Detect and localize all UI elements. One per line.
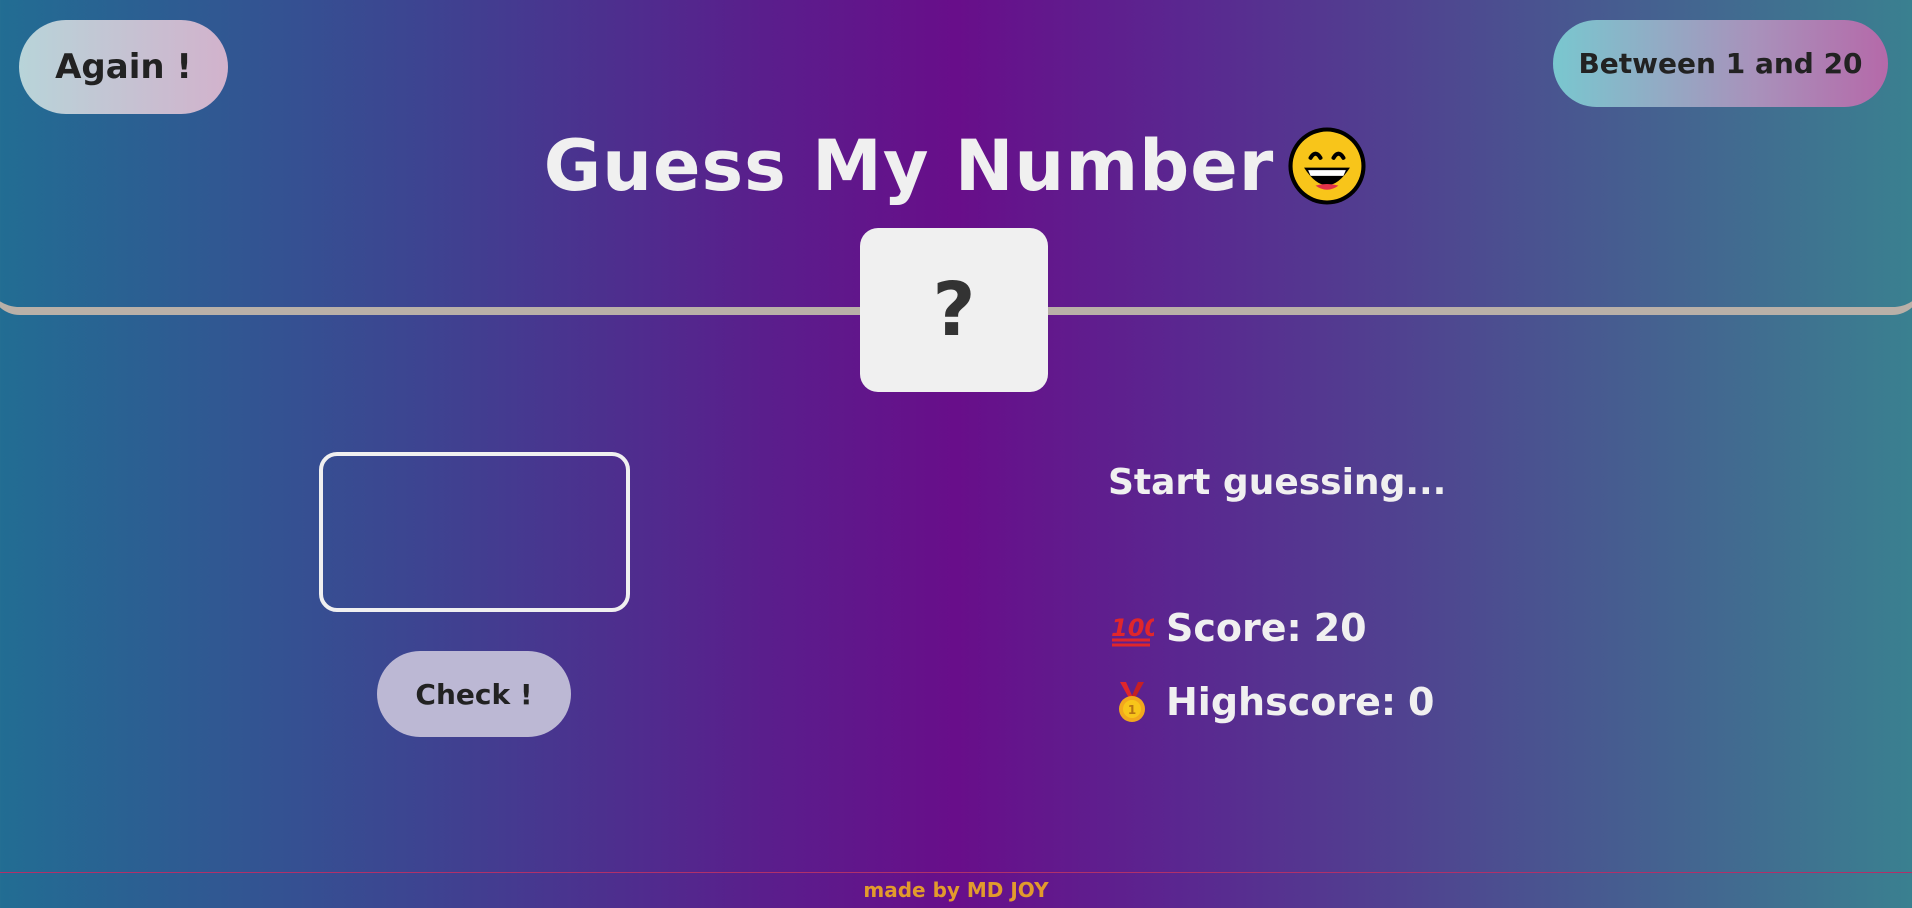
medal-icon: 1 [1119, 682, 1145, 722]
footer-credit: made by MD JOY [863, 878, 1049, 902]
status-message: Start guessing... [1108, 462, 1447, 503]
grinning-face-icon [1288, 127, 1366, 205]
score-row: 100 Score: 20 [1110, 606, 1367, 650]
highscore-row: 1 Highscore: 0 [1110, 680, 1435, 724]
hundred-points-icon: 100 [1111, 614, 1154, 647]
secret-number: ? [932, 267, 976, 353]
range-hint-badge: Between 1 and 20 [1553, 20, 1888, 107]
secret-number-box: ? [860, 228, 1048, 392]
footer-divider [0, 872, 1912, 873]
title-text: Guess My Number [543, 125, 1275, 207]
guess-input[interactable] [319, 452, 630, 612]
svg-text:100: 100 [1111, 614, 1154, 642]
score-value: 20 [1313, 606, 1367, 650]
page-title: Guess My Number [0, 118, 1912, 214]
again-button[interactable]: Again ! [19, 20, 228, 114]
highscore-value: 0 [1408, 680, 1435, 724]
highscore-label: Highscore: [1166, 680, 1397, 724]
svg-text:1: 1 [1128, 703, 1136, 717]
check-button[interactable]: Check ! [377, 651, 571, 737]
score-label: Score: [1166, 606, 1302, 650]
